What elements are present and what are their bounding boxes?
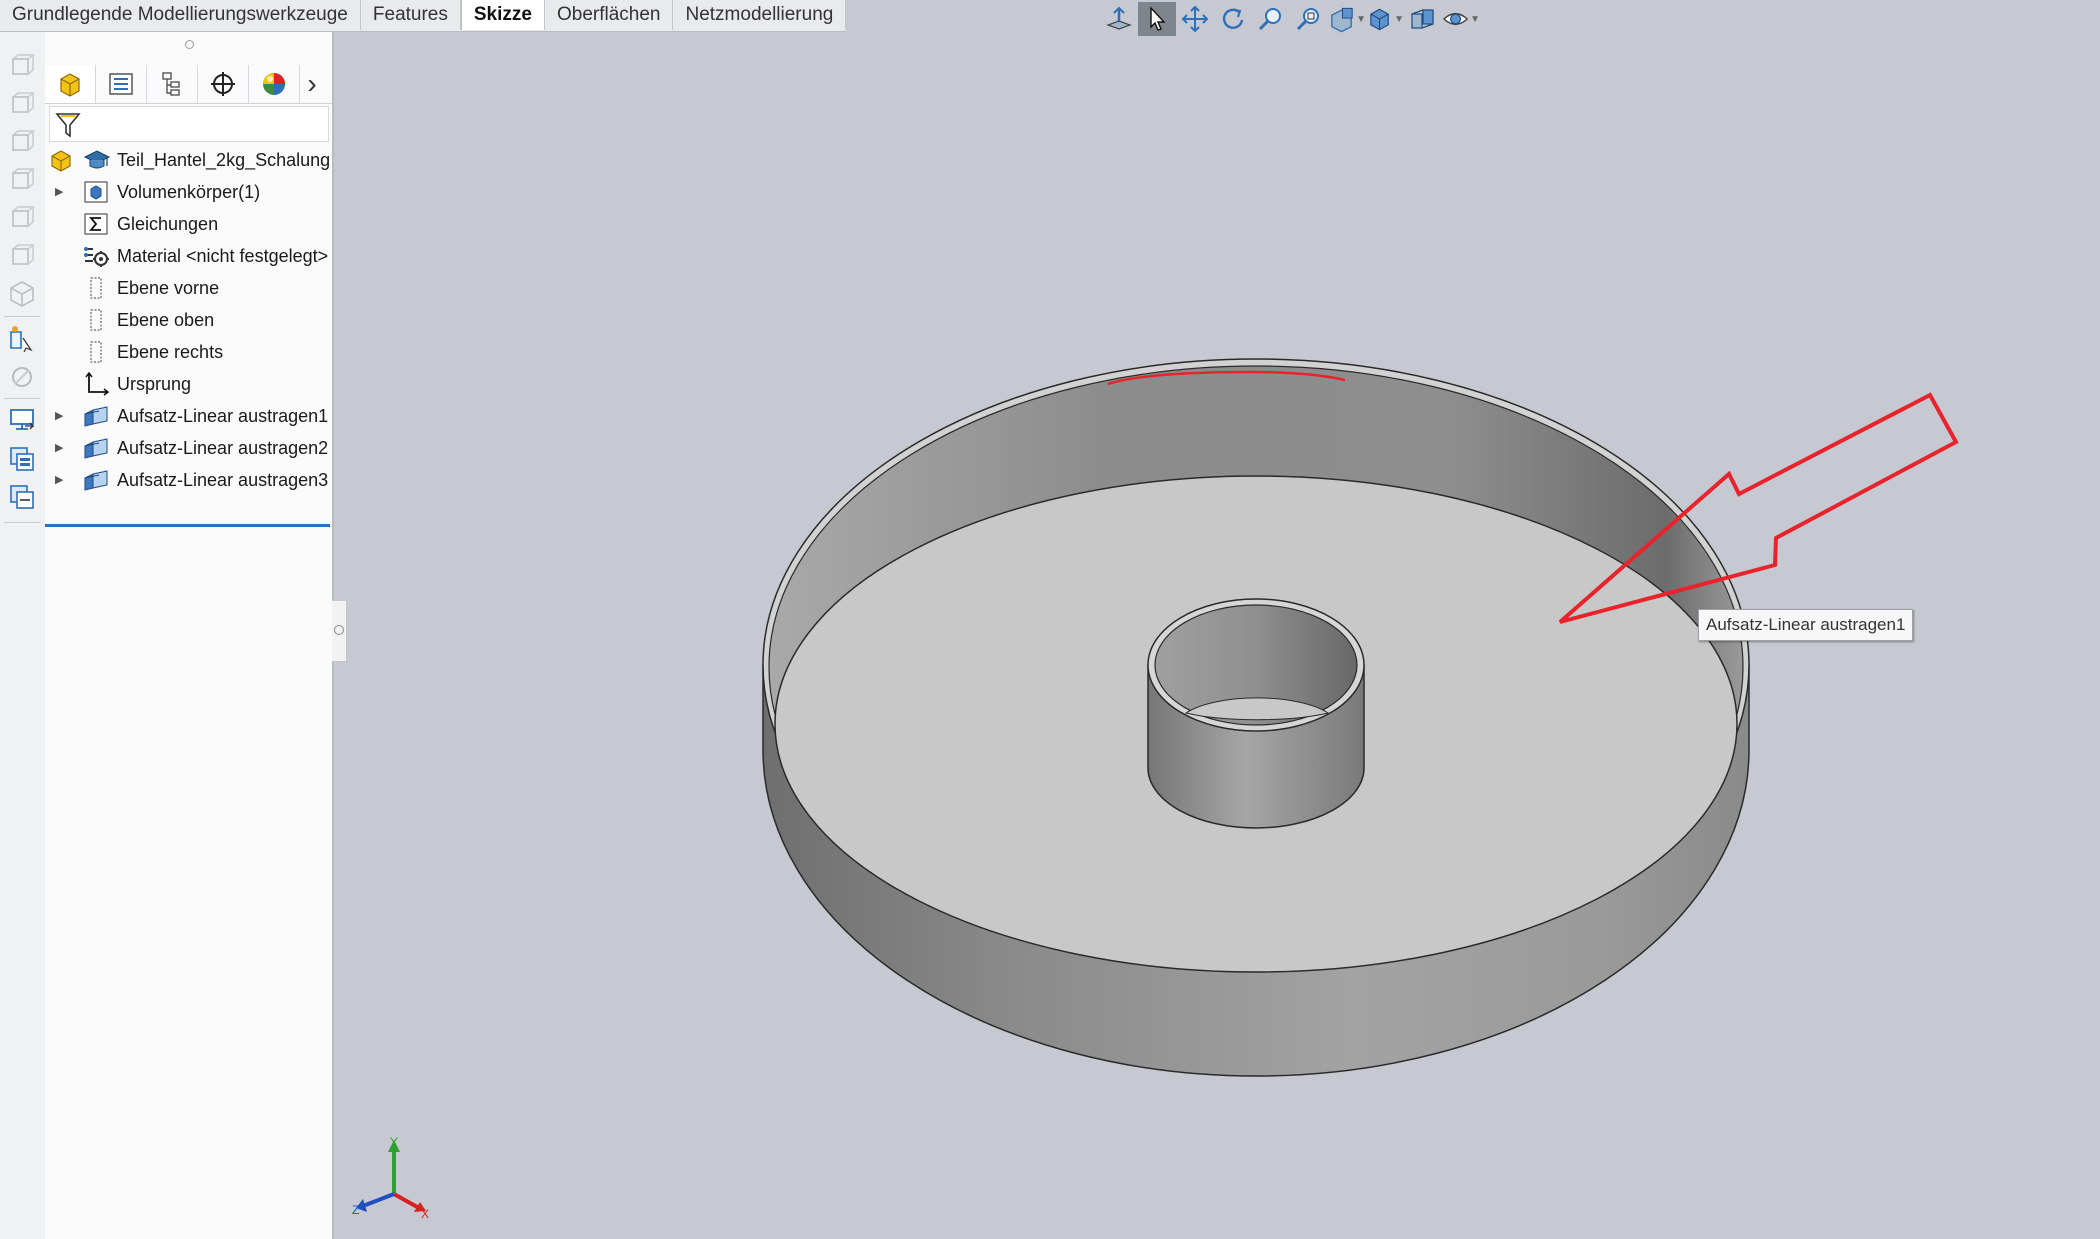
select-icon[interactable] bbox=[1138, 2, 1176, 36]
tab-oberflaechen[interactable]: Oberflächen bbox=[545, 0, 674, 30]
view-orientation-icon[interactable] bbox=[1100, 2, 1138, 36]
tree-root-label: Teil_Hantel_2kg_Schalung bbox=[117, 150, 331, 170]
tree-filter[interactable] bbox=[49, 106, 329, 142]
pan-icon[interactable] bbox=[1176, 2, 1214, 36]
part-model[interactable] bbox=[762, 358, 1750, 1077]
tree-item-gleichungen[interactable]: Gleichungen bbox=[45, 208, 332, 240]
copy-layers-icon[interactable] bbox=[7, 444, 37, 474]
origin-icon bbox=[83, 371, 110, 396]
property-manager-icon[interactable] bbox=[96, 65, 147, 103]
tab-grundlegende-modellierungswerkzeuge[interactable]: Grundlegende Modellierungswerkzeuge bbox=[0, 0, 361, 30]
tree-item-volumenkoerper[interactable]: ▶ Volumenkörper(1) bbox=[45, 176, 332, 208]
feature-tree: Teil_Hantel_2kg_Schalung ▶ Volumenkörper… bbox=[45, 144, 332, 527]
extrude-icon bbox=[83, 468, 109, 492]
tree-item-label: Ursprung bbox=[117, 374, 192, 394]
left-vertical-toolbar bbox=[0, 32, 46, 1239]
tree-item-ebene-rechts[interactable]: Ebene rechts bbox=[45, 336, 332, 368]
panel-grip-handle[interactable] bbox=[185, 40, 194, 49]
normal-to-icon[interactable] bbox=[7, 324, 37, 354]
tree-item-label: Aufsatz-Linear austragen3 bbox=[117, 470, 329, 490]
tree-item-label: Ebene vorne bbox=[117, 278, 220, 298]
display-monitor-icon[interactable] bbox=[7, 404, 37, 434]
expand-triangle-icon[interactable]: ▶ bbox=[55, 176, 67, 208]
tree-item-label: Volumenkörper(1) bbox=[117, 182, 261, 202]
tab-netzmodellierung[interactable]: Netzmodellierung bbox=[673, 0, 847, 30]
reference-triad[interactable]: Y X Z bbox=[352, 1135, 429, 1221]
tree-item-label: Aufsatz-Linear austragen2 bbox=[117, 438, 329, 458]
extrude-icon bbox=[83, 404, 109, 428]
section-view-icon[interactable]: ▼ bbox=[1328, 2, 1366, 36]
tree-item-label: Material <nicht festgelegt> bbox=[117, 246, 329, 266]
rotate-icon[interactable] bbox=[1214, 2, 1252, 36]
feature-tooltip: Aufsatz-Linear austragen1 bbox=[1698, 609, 1914, 641]
graduation-cap-icon bbox=[83, 148, 111, 172]
sketch-tools-icon[interactable] bbox=[7, 362, 37, 392]
tree-item-aufsatz-linear-austragen3[interactable]: ▶ Aufsatz-Linear austragen3 bbox=[45, 464, 332, 496]
plane-icon bbox=[83, 276, 109, 300]
expand-triangle-icon[interactable]: ▶ bbox=[55, 432, 67, 464]
annotation-arrow bbox=[1107, 370, 1959, 624]
feature-manager-panel: › Teil_Hantel_2kg_Schalung ▶ Volumenkörp… bbox=[45, 32, 334, 1239]
panel-collapse-handle[interactable] bbox=[332, 600, 347, 662]
tree-item-material[interactable]: Material <nicht festgelegt> bbox=[45, 240, 332, 272]
plane-icon bbox=[83, 308, 109, 332]
heads-up-view-toolbar: ▼ ▼ ▼ bbox=[1100, 2, 1480, 36]
expand-triangle-icon[interactable]: ▶ bbox=[55, 400, 67, 432]
tree-item-label: Ebene oben bbox=[117, 310, 215, 330]
manager-tabs: › bbox=[45, 65, 332, 104]
view-settings-icon[interactable] bbox=[1404, 2, 1442, 36]
tree-item-ebene-oben[interactable]: Ebene oben bbox=[45, 304, 332, 336]
rollback-bar[interactable] bbox=[45, 524, 330, 527]
expand-triangle-icon[interactable]: ▶ bbox=[55, 464, 67, 496]
extrude-icon bbox=[83, 436, 109, 460]
plane-icon bbox=[83, 340, 109, 364]
tree-item-ursprung[interactable]: Ursprung bbox=[45, 368, 332, 400]
dimxpert-manager-icon[interactable] bbox=[198, 65, 249, 103]
material-icon bbox=[83, 244, 109, 268]
annotation-highlight-line bbox=[1107, 370, 1346, 386]
chevron-right-icon[interactable]: › bbox=[300, 65, 324, 103]
zoom-to-area-icon[interactable] bbox=[1290, 2, 1328, 36]
tree-item-label: Ebene rechts bbox=[117, 342, 224, 362]
tree-item-label: Aufsatz-Linear austragen1 bbox=[117, 406, 329, 426]
triad-z-label: Z bbox=[352, 1203, 359, 1217]
equations-icon bbox=[83, 212, 109, 236]
display-manager-icon[interactable] bbox=[249, 65, 300, 103]
tree-root-part[interactable]: Teil_Hantel_2kg_Schalung bbox=[45, 144, 332, 176]
tree-item-aufsatz-linear-austragen2[interactable]: ▶ Aufsatz-Linear austragen2 bbox=[45, 432, 332, 464]
display-style-icon[interactable]: ▼ bbox=[1366, 2, 1404, 36]
filter-icon bbox=[55, 113, 81, 138]
hide-show-icon[interactable]: ▼ bbox=[1442, 2, 1480, 36]
feature-manager-icon[interactable] bbox=[45, 65, 96, 103]
triad-x-label: X bbox=[421, 1207, 429, 1221]
left-view-icon[interactable] bbox=[7, 126, 37, 156]
top-view-icon[interactable] bbox=[7, 202, 37, 232]
isometric-view-icon[interactable] bbox=[7, 278, 37, 308]
back-view-icon[interactable] bbox=[7, 88, 37, 118]
tree-item-ebene-vorne[interactable]: Ebene vorne bbox=[45, 272, 332, 304]
right-view-icon[interactable] bbox=[7, 164, 37, 194]
part-icon bbox=[49, 148, 75, 172]
solid-bodies-icon bbox=[83, 180, 109, 204]
tab-skizze[interactable]: Skizze bbox=[460, 0, 545, 30]
command-manager-tabs: Grundlegende Modellierungswerkzeuge Feat… bbox=[0, 0, 847, 32]
triad-y-label: Y bbox=[390, 1135, 398, 1149]
configuration-manager-icon[interactable] bbox=[147, 65, 198, 103]
tab-features[interactable]: Features bbox=[361, 0, 461, 30]
tree-item-label: Gleichungen bbox=[117, 214, 219, 234]
paste-layers-icon[interactable] bbox=[7, 482, 37, 512]
bottom-view-icon[interactable] bbox=[7, 240, 37, 270]
front-view-icon[interactable] bbox=[7, 50, 37, 80]
tree-item-aufsatz-linear-austragen1[interactable]: ▶ Aufsatz-Linear austragen1 bbox=[45, 400, 332, 432]
zoom-to-fit-icon[interactable] bbox=[1252, 2, 1290, 36]
